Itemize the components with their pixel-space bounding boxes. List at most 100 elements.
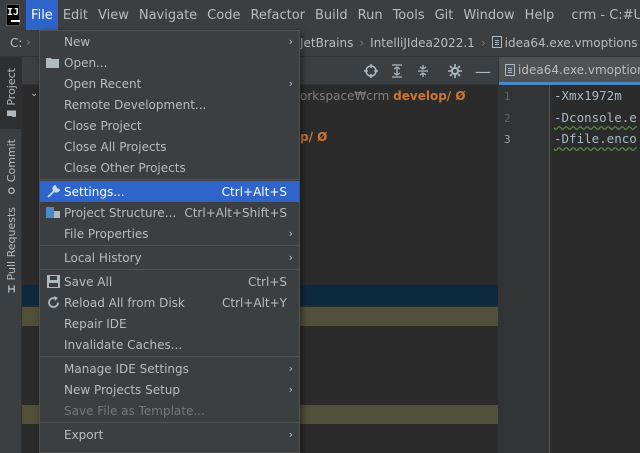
menu-tools[interactable]: Tools — [388, 0, 430, 30]
menu-item-label: Save File as Template... — [64, 403, 205, 418]
breadcrumb-jetbrains[interactable]: JetBrains — [300, 36, 353, 50]
menu-item-label: Manage IDE Settings — [64, 361, 189, 376]
tool-tab-pull-requests[interactable]: Pull Requests — [0, 207, 22, 293]
breadcrumb-file-label: idea64.exe.vmoptions — [504, 36, 638, 50]
menu-build[interactable]: Build — [310, 0, 353, 30]
menu-item-label: New Projects Setup — [64, 382, 181, 397]
chevron-right-icon: › — [288, 77, 293, 90]
wrench-icon — [46, 185, 60, 199]
menu-item-label: Settings... — [64, 184, 125, 199]
line-number: 1 — [504, 90, 511, 103]
menu-item-label: Save All — [64, 274, 113, 289]
minimize-icon[interactable]: — — [474, 62, 492, 81]
menu-item-label: Open... — [64, 55, 108, 70]
menu-item-label: Close Project — [64, 118, 142, 133]
menu-item-label: Export — [64, 427, 104, 442]
tool-tab-project-label: Project — [4, 67, 18, 106]
menu-item-save-file-as-template[interactable]: Save File as Template... — [40, 400, 299, 421]
save-icon — [46, 275, 60, 289]
menu-help[interactable]: Help — [520, 0, 560, 30]
text-file-icon — [491, 36, 502, 48]
menu-refactor[interactable]: Refactor — [245, 0, 310, 30]
menu-item-settings[interactable]: Settings... Ctrl+Alt+S — [40, 181, 299, 202]
vcs-branch-label: develop/ Ø — [393, 89, 466, 103]
menu-item-local-history[interactable]: Local History › — [40, 247, 299, 268]
chevron-right-icon: › — [359, 36, 365, 50]
menu-item-open-recent[interactable]: Open Recent › — [40, 73, 299, 94]
line-number: 2 — [504, 112, 511, 125]
chevron-right-icon: › — [288, 428, 293, 441]
menu-edit[interactable]: Edit — [58, 0, 93, 30]
menu-run[interactable]: Run — [353, 0, 388, 30]
menu-item-close-project[interactable]: Close Project — [40, 115, 299, 136]
menu-item-export[interactable]: Export › — [40, 424, 299, 445]
folder-open-icon — [46, 56, 60, 70]
menu-item-label: Local History — [64, 250, 142, 265]
menu-separator — [40, 245, 299, 246]
breadcrumb-drive[interactable]: C: — [10, 36, 22, 50]
menu-item-shortcut: Ctrl+Alt+Shift+S — [184, 205, 287, 220]
chevron-right-icon: › — [288, 383, 293, 396]
menu-item-label: File Properties — [64, 226, 149, 241]
chevron-right-icon: › — [288, 251, 293, 264]
breadcrumb: JetBrains › IntelliJIdea2022.1 › idea64.… — [300, 36, 638, 50]
menu-item-label: Reload All from Disk — [64, 295, 185, 310]
menu-git[interactable]: Git — [430, 0, 459, 30]
menu-item-new-projects-setup[interactable]: New Projects Setup › — [40, 379, 299, 400]
expand-all-icon[interactable] — [388, 62, 406, 80]
menu-item-reload-all[interactable]: Reload All from Disk Ctrl+Alt+Y — [40, 292, 299, 313]
menu-item-label: Close Other Projects — [64, 160, 186, 175]
tree-row-branch[interactable]: p/ Ø — [300, 130, 327, 144]
menu-item-shortcut: Ctrl+S — [247, 274, 287, 289]
menu-item-close-all-projects[interactable]: Close All Projects — [40, 136, 299, 157]
menu-item-invalidate-caches[interactable]: Invalidate Caches... — [40, 334, 299, 355]
code-line[interactable]: -Dconsole.e — [554, 110, 637, 125]
gear-icon[interactable] — [446, 62, 464, 80]
code-line[interactable]: -Dfile.enco — [554, 131, 637, 146]
file-menu: New › Open... Open Recent › Remote Devel… — [39, 30, 300, 453]
menu-item-shortcut: Ctrl+Alt+S — [221, 184, 287, 199]
menu-item-label: Invalidate Caches... — [64, 337, 183, 352]
menu-window[interactable]: Window — [458, 0, 519, 30]
menu-item-remote-development[interactable]: Remote Development... — [40, 94, 299, 115]
menu-code[interactable]: Code — [202, 0, 245, 30]
menu-item-project-structure[interactable]: Project Structure... Ctrl+Alt+Shift+S — [40, 202, 299, 223]
chevron-right-icon: › — [480, 36, 486, 50]
menu-view[interactable]: View — [93, 0, 134, 30]
menu-item-new[interactable]: New › — [40, 31, 299, 52]
menu-item-label: Remote Development... — [64, 97, 207, 112]
tool-tab-commit[interactable]: Commit — [0, 135, 22, 199]
menu-item-label: Project Structure... — [64, 205, 177, 220]
menu-item-label: Open Recent — [64, 76, 142, 91]
menu-separator — [40, 422, 299, 423]
tool-tab-project[interactable]: Project — [0, 57, 22, 129]
menu-item-label: New — [64, 34, 91, 49]
breadcrumb-intellij[interactable]: IntelliJIdea2022.1 — [370, 36, 475, 50]
text-file-icon — [505, 63, 515, 76]
menu-item-save-all[interactable]: Save All Ctrl+S — [40, 271, 299, 292]
tree-row-root[interactable]: orkspace₩crm develop/ Ø — [300, 89, 466, 103]
menu-item-open[interactable]: Open... — [40, 52, 299, 73]
chevron-right-icon: › — [288, 227, 293, 240]
locate-file-icon[interactable] — [362, 62, 380, 80]
menu-item-manage-ide-settings[interactable]: Manage IDE Settings › — [40, 358, 299, 379]
menu-separator — [40, 269, 299, 270]
editor-tab-vmoptions[interactable]: idea64.exe.vmoptions — [499, 57, 640, 85]
menu-item-repair-ide[interactable]: Repair IDE — [40, 313, 299, 334]
project-structure-icon — [46, 206, 60, 220]
code-line[interactable]: -Xmx1972m — [554, 88, 622, 103]
menu-file[interactable]: File — [26, 0, 58, 30]
menu-item-file-properties[interactable]: File Properties › — [40, 223, 299, 244]
menu-item-label: Close All Projects — [64, 139, 167, 154]
intellij-logo-icon[interactable]: IJ — [6, 4, 21, 26]
breadcrumb-file[interactable]: idea64.exe.vmoptions — [491, 36, 638, 50]
line-number: 3 — [504, 133, 511, 146]
editor-tab-bar: idea64.exe.vmoptions — [498, 57, 640, 85]
chevron-down-icon[interactable]: ⌄ — [30, 88, 38, 99]
pull-request-icon — [7, 285, 15, 293]
menu-navigate[interactable]: Navigate — [134, 0, 202, 30]
left-tool-strip: Project Commit Pull Requests — [0, 57, 22, 453]
collapse-all-icon[interactable] — [414, 62, 432, 80]
project-toolbar — [362, 62, 464, 80]
menu-item-close-other-projects[interactable]: Close Other Projects — [40, 157, 299, 178]
